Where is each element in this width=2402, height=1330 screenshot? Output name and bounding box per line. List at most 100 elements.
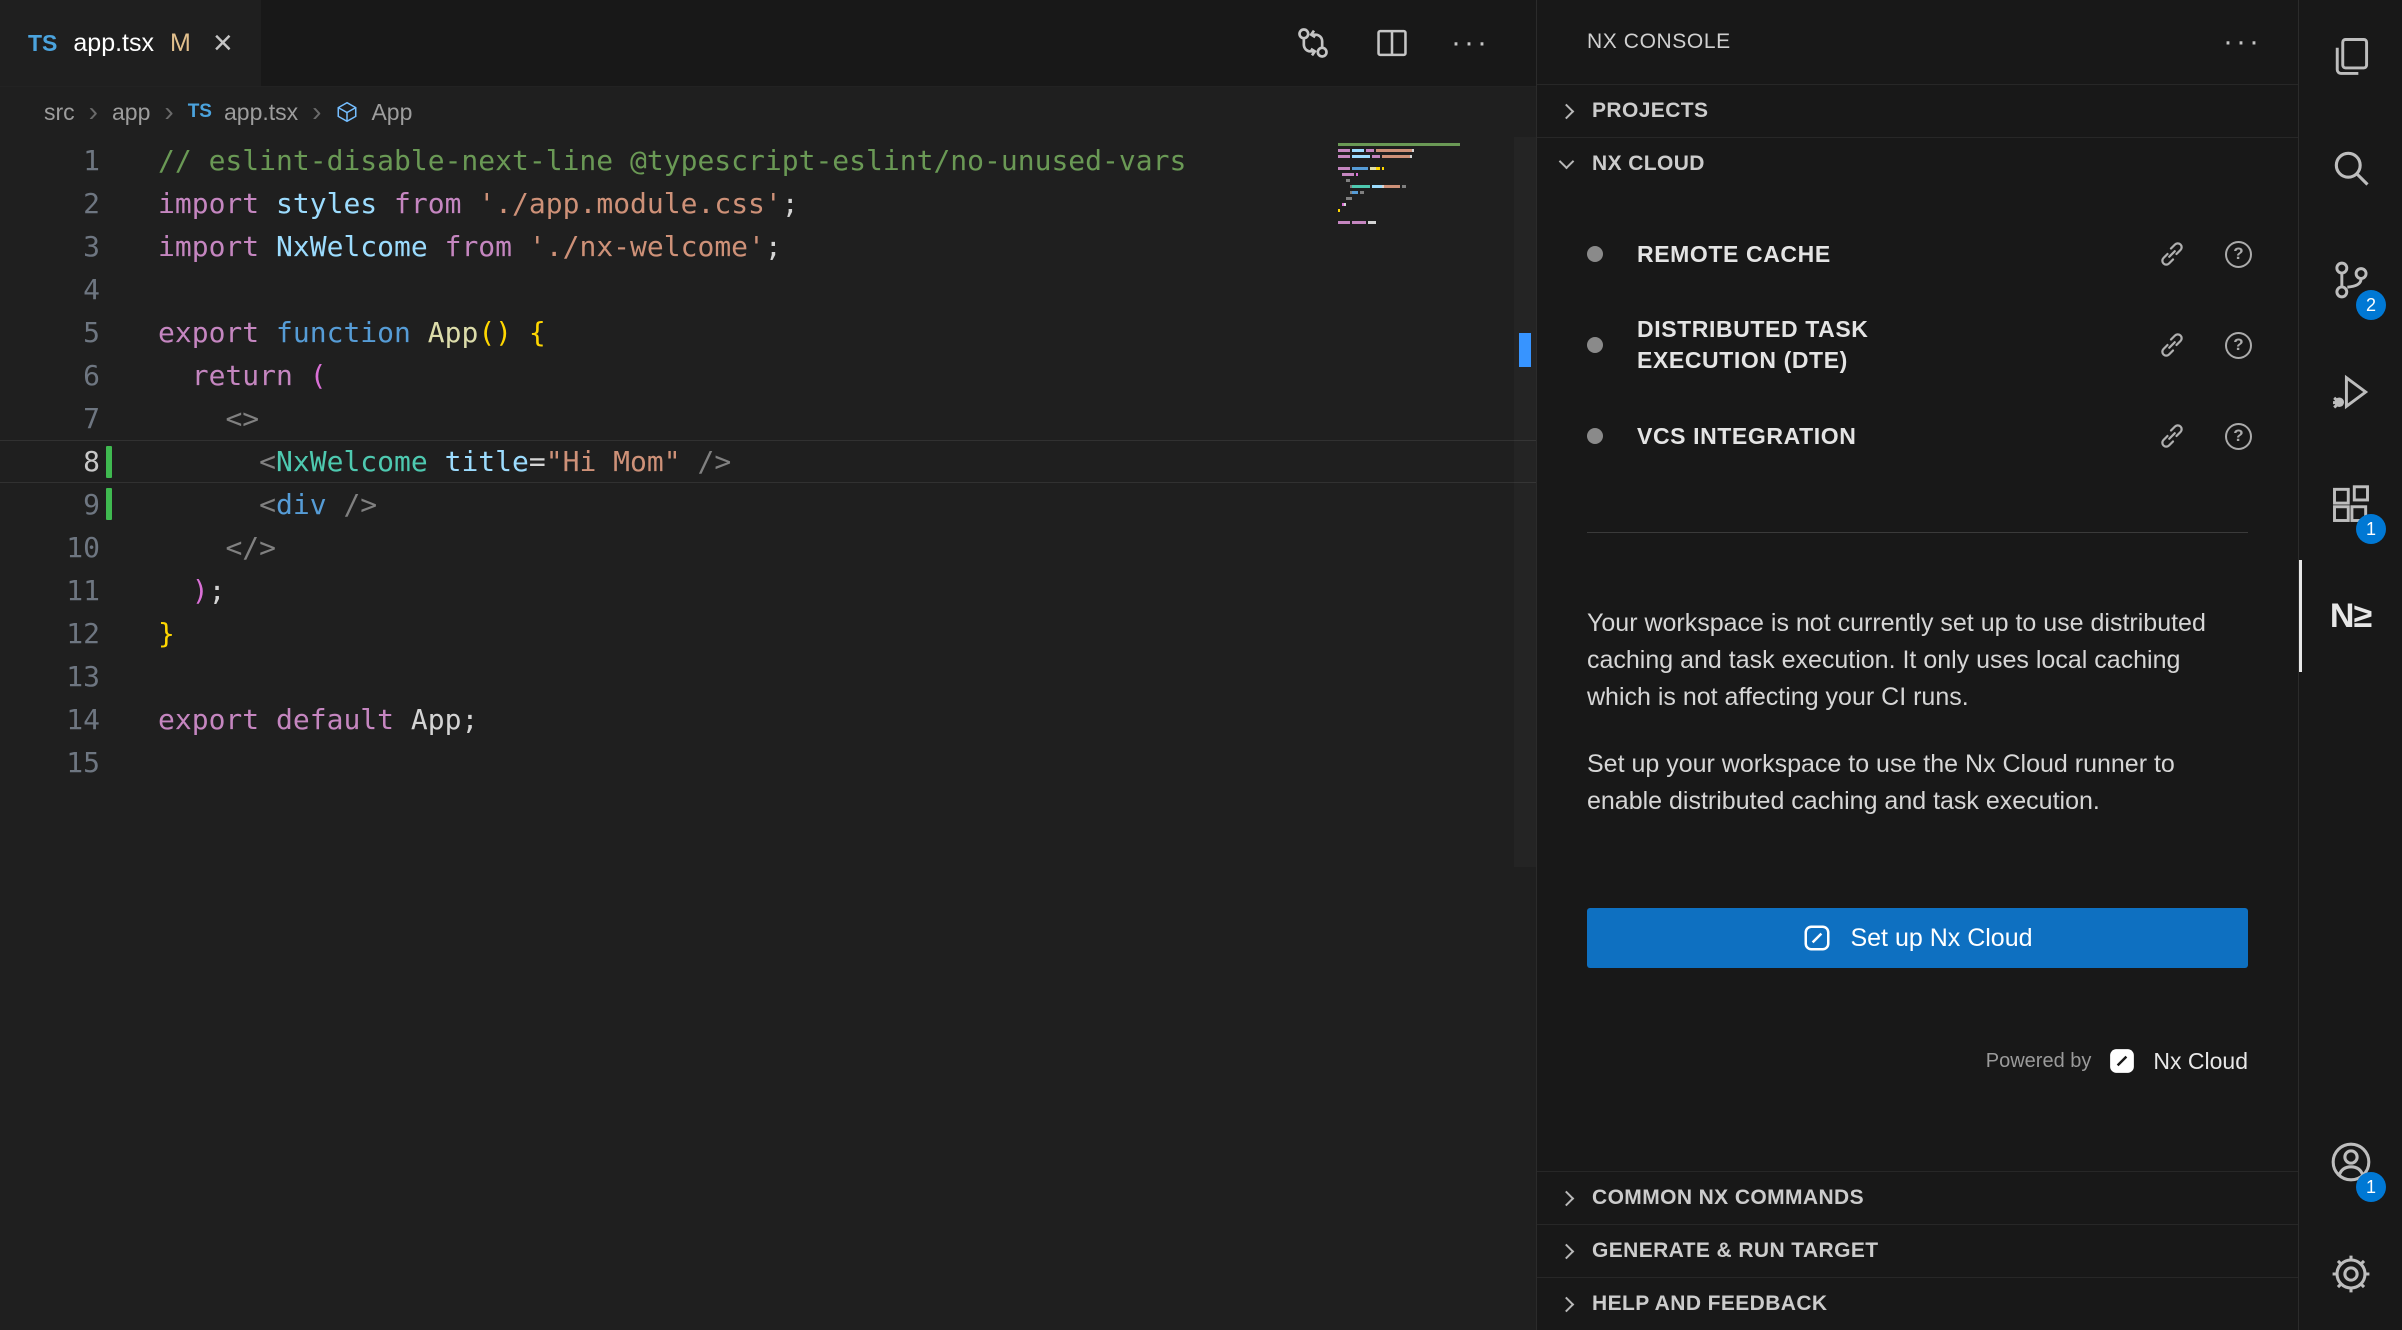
minimap-line <box>1338 179 1508 182</box>
code-line[interactable]: 4 <box>0 268 1536 311</box>
connect-icon[interactable] <box>2157 421 2187 451</box>
code-text: export default App; <box>118 698 478 741</box>
section-common-nx-commands[interactable]: COMMON NX COMMANDS <box>1537 1171 2298 1224</box>
breadcrumb-src[interactable]: src <box>44 99 75 126</box>
gutter-modified-indicator <box>106 446 112 478</box>
code-line[interactable]: 8 <NxWelcome title="Hi Mom" /> <box>0 440 1536 483</box>
minimap-line <box>1338 185 1508 188</box>
open-changes-icon[interactable] <box>1293 23 1333 63</box>
minimap-line <box>1338 161 1508 164</box>
code-text: import NxWelcome from './nx-welcome'; <box>118 225 782 268</box>
line-number: 14 <box>0 698 118 741</box>
code-text: <div /> <box>118 483 377 526</box>
section-help-label: HELP AND FEEDBACK <box>1592 1292 1827 1316</box>
breadcrumb-symbol[interactable]: App <box>371 99 412 126</box>
code-line[interactable]: 14export default App; <box>0 698 1536 741</box>
code-line[interactable]: 10 </> <box>0 526 1536 569</box>
code-line[interactable]: 11 ); <box>0 569 1536 612</box>
section-generate-run-target[interactable]: GENERATE & RUN TARGET <box>1537 1224 2298 1277</box>
chevron-right-icon: › <box>164 98 173 126</box>
split-editor-icon[interactable] <box>1373 24 1411 62</box>
code-text: ); <box>118 569 225 612</box>
code-line[interactable]: 1// eslint-disable-next-line @typescript… <box>0 139 1536 182</box>
source-control-icon[interactable]: 2 <box>2299 224 2402 336</box>
overview-ruler-modified-marker <box>1519 333 1531 367</box>
scrollbar[interactable] <box>1514 137 1536 867</box>
code-text: export function App() { <box>118 311 546 354</box>
code-line[interactable]: 6 return ( <box>0 354 1536 397</box>
minimap-line <box>1338 143 1508 146</box>
divider <box>1587 532 2248 533</box>
line-number: 8 <box>0 441 118 482</box>
code-line[interactable]: 5export function App() { <box>0 311 1536 354</box>
tab-app-tsx[interactable]: TS app.tsx M × <box>0 0 261 86</box>
typescript-file-icon: TS <box>188 101 212 123</box>
editor-group: TS app.tsx M × ··· src › app › <box>0 0 1536 1330</box>
code-line[interactable]: 3import NxWelcome from './nx-welcome'; <box>0 225 1536 268</box>
chevron-right-icon <box>1559 1190 1575 1206</box>
symbol-cube-icon <box>335 100 359 124</box>
line-number: 5 <box>0 311 118 354</box>
nx-console-panel: NX CONSOLE ··· PROJECTS NX CLOUD REMOTE … <box>1536 0 2298 1330</box>
section-nx-cloud[interactable]: NX CLOUD <box>1537 137 2298 190</box>
nx-cloud-brand-name: Nx Cloud <box>2153 1048 2248 1075</box>
help-icon[interactable]: ? <box>2225 241 2252 268</box>
code-text: import styles from './app.module.css'; <box>118 182 799 225</box>
settings-gear-icon[interactable] <box>2299 1218 2402 1330</box>
section-generate-label: GENERATE & RUN TARGET <box>1592 1239 1878 1263</box>
code-text: // eslint-disable-next-line @typescript-… <box>118 139 1186 182</box>
gutter-modified-indicator <box>106 488 112 520</box>
code-line[interactable]: 2import styles from './app.module.css'; <box>0 182 1536 225</box>
status-dot-icon <box>1587 428 1603 444</box>
accounts-badge: 1 <box>2356 1172 2386 1202</box>
explorer-icon[interactable] <box>2299 0 2402 112</box>
panel-title: NX CONSOLE <box>1587 30 1731 54</box>
nx-cloud-features: REMOTE CACHE?DISTRIBUTED TASK EXECUTION … <box>1537 190 2298 472</box>
section-projects-label: PROJECTS <box>1592 99 1708 123</box>
nx-cloud-brand-icon <box>2107 1046 2137 1076</box>
code-line[interactable]: 13 <box>0 655 1536 698</box>
help-icon[interactable]: ? <box>2225 332 2252 359</box>
status-dot-icon <box>1587 337 1603 353</box>
setup-nx-cloud-button[interactable]: Set up Nx Cloud <box>1587 908 2248 968</box>
line-number: 1 <box>0 139 118 182</box>
connect-icon[interactable] <box>2157 330 2187 360</box>
help-icon[interactable]: ? <box>2225 423 2252 450</box>
panel-more-actions-icon[interactable]: ··· <box>2223 25 2262 59</box>
breadcrumb-file[interactable]: app.tsx <box>224 99 298 126</box>
close-icon[interactable]: × <box>213 26 233 60</box>
minimap[interactable] <box>1338 143 1508 233</box>
minimap-line <box>1338 221 1508 224</box>
chevron-right-icon: › <box>89 98 98 126</box>
extensions-badge: 1 <box>2356 514 2386 544</box>
code-text <box>118 268 158 311</box>
minimap-line <box>1338 197 1508 200</box>
code-lines: 1// eslint-disable-next-line @typescript… <box>0 139 1536 784</box>
breadcrumb: src › app › TS app.tsx › App <box>0 87 1536 137</box>
connect-icon[interactable] <box>2157 239 2187 269</box>
breadcrumb-app[interactable]: app <box>112 99 150 126</box>
search-icon[interactable] <box>2299 112 2402 224</box>
code-text: return ( <box>118 354 327 397</box>
section-projects[interactable]: PROJECTS <box>1537 84 2298 137</box>
code-line[interactable]: 15 <box>0 741 1536 784</box>
nx-cloud-feature-row: DISTRIBUTED TASK EXECUTION (DTE)? <box>1587 290 2252 400</box>
section-help-and-feedback[interactable]: HELP AND FEEDBACK <box>1537 1277 2298 1330</box>
line-number: 4 <box>0 268 118 311</box>
minimap-line <box>1338 227 1508 230</box>
accounts-icon[interactable]: 1 <box>2299 1106 2402 1218</box>
minimap-line <box>1338 149 1508 152</box>
minimap-line <box>1338 215 1508 218</box>
code-line[interactable]: 9 <div /> <box>0 483 1536 526</box>
nx-console-icon[interactable]: N≥ <box>2299 560 2402 672</box>
section-common-label: COMMON NX COMMANDS <box>1592 1186 1864 1210</box>
more-actions-icon[interactable]: ··· <box>1451 26 1490 60</box>
code-line[interactable]: 12} <box>0 612 1536 655</box>
code-editor[interactable]: 1// eslint-disable-next-line @typescript… <box>0 137 1536 1330</box>
code-line[interactable]: 7 <> <box>0 397 1536 440</box>
chevron-down-icon <box>1559 153 1575 169</box>
line-number: 12 <box>0 612 118 655</box>
extensions-icon[interactable]: 1 <box>2299 448 2402 560</box>
run-debug-icon[interactable] <box>2299 336 2402 448</box>
feature-label: VCS INTEGRATION <box>1637 421 1856 452</box>
